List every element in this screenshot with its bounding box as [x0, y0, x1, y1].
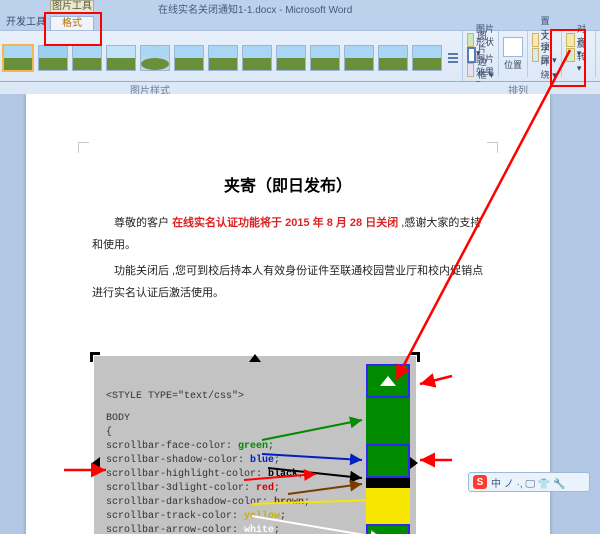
position-group: 位置	[499, 31, 528, 77]
crop-handle-tr[interactable]	[410, 352, 420, 362]
closure-date: 在线实名认证功能将于 2015 年 8 月 28 日关闭	[172, 217, 398, 229]
picture-style-5[interactable]	[140, 45, 170, 71]
scrollbar-track	[366, 488, 410, 524]
paragraph-1: 尊敬的客户 在线实名认证功能将于 2015 年 8 月 28 日关闭 ,感谢大家…	[92, 212, 484, 256]
margin-mark-tl	[78, 142, 89, 153]
page[interactable]: 夹寄（即日发布） 尊敬的客户 在线实名认证功能将于 2015 年 8 月 28 …	[26, 94, 550, 534]
paragraph-2: 功能关闭后 ,您可到校后持本人有效身份证件至联通校园营业厅和校内促销点进行实名认…	[92, 260, 484, 304]
align-rotate-group: 对齐 ▾ 旋转 ▾	[562, 31, 596, 77]
scrollbar-thumb	[366, 444, 410, 478]
picture-tools-context-tab[interactable]: 图片工具	[50, 0, 94, 14]
crop-handle-top[interactable]	[249, 348, 261, 362]
ribbon: 图片形状 ▾ 图片边框 ▾ 图片效果 ▾ 位置 置于顶层 ▾ 文字环绕 ▾ 对齐…	[0, 30, 600, 82]
styles-gallery-more[interactable]	[446, 46, 460, 70]
picture-canvas: <STYLE TYPE="text/css"> BODY { scrollbar…	[94, 356, 416, 534]
position-icon[interactable]	[503, 37, 523, 57]
arrange-group: 置于顶层 ▾ 文字环绕 ▾	[528, 31, 562, 77]
title-bar: 图片工具 在线实名关闭通知1-1.docx - Microsoft Word	[0, 0, 600, 14]
scrollbar-down-button	[366, 524, 410, 534]
tab-format[interactable]: 格式	[50, 16, 94, 31]
picture-style-13[interactable]	[412, 45, 442, 71]
text-wrap-button[interactable]: 文字环绕 ▾	[532, 48, 557, 62]
document-area: 夹寄（即日发布） 尊敬的客户 在线实名认证功能将于 2015 年 8 月 28 …	[0, 94, 600, 534]
picture-effects-button[interactable]: 图片效果 ▾	[467, 63, 494, 77]
ime-status: 中 ノ ·, 🖵 👕 🔧	[491, 475, 566, 490]
crop-group: 裁剪	[596, 31, 600, 77]
scrollbar-demo	[366, 364, 410, 534]
crop-handle-left[interactable]	[86, 457, 100, 469]
margin-mark-tr	[487, 142, 498, 153]
picture-style-11[interactable]	[344, 45, 374, 71]
crop-handle-tl[interactable]	[90, 352, 100, 362]
picture-styles-gallery	[0, 31, 463, 81]
picture-style-3[interactable]	[72, 45, 102, 71]
rotate-button[interactable]: 旋转 ▾	[566, 48, 591, 62]
picture-format-group: 图片形状 ▾ 图片边框 ▾ 图片效果 ▾	[463, 31, 499, 77]
picture-style-8[interactable]	[242, 45, 272, 71]
scrollbar-face	[366, 398, 410, 444]
doc-title: 夹寄（即日发布）	[92, 172, 484, 196]
document-content: 夹寄（即日发布） 尊敬的客户 在线实名认证功能将于 2015 年 8 月 28 …	[92, 172, 484, 304]
picture-style-1[interactable]	[2, 44, 34, 72]
position-label[interactable]: 位置	[504, 58, 522, 71]
picture-style-6[interactable]	[174, 45, 204, 71]
ime-logo-icon: S	[473, 475, 487, 489]
scrollbar-highlight	[366, 478, 410, 488]
ime-toolbar[interactable]: S 中 ノ ·, 🖵 👕 🔧	[468, 472, 590, 492]
arrow-up-icon	[380, 376, 396, 386]
scrollbar-up-button	[366, 364, 410, 398]
css-code-block: <STYLE TYPE="text/css"> BODY { scrollbar…	[106, 390, 310, 534]
app-window: 图片工具 在线实名关闭通知1-1.docx - Microsoft Word 开…	[0, 0, 600, 534]
picture-style-4[interactable]	[106, 45, 136, 71]
ribbon-tabs: 开发工具 格式	[0, 14, 600, 30]
inserted-picture[interactable]: <STYLE TYPE="text/css"> BODY { scrollbar…	[94, 356, 416, 534]
tab-developer[interactable]: 开发工具	[6, 16, 46, 30]
crop-handle-right[interactable]	[410, 457, 424, 469]
picture-style-9[interactable]	[276, 45, 306, 71]
picture-style-12[interactable]	[378, 45, 408, 71]
picture-style-7[interactable]	[208, 45, 238, 71]
picture-style-2[interactable]	[38, 45, 68, 71]
picture-style-10[interactable]	[310, 45, 340, 71]
